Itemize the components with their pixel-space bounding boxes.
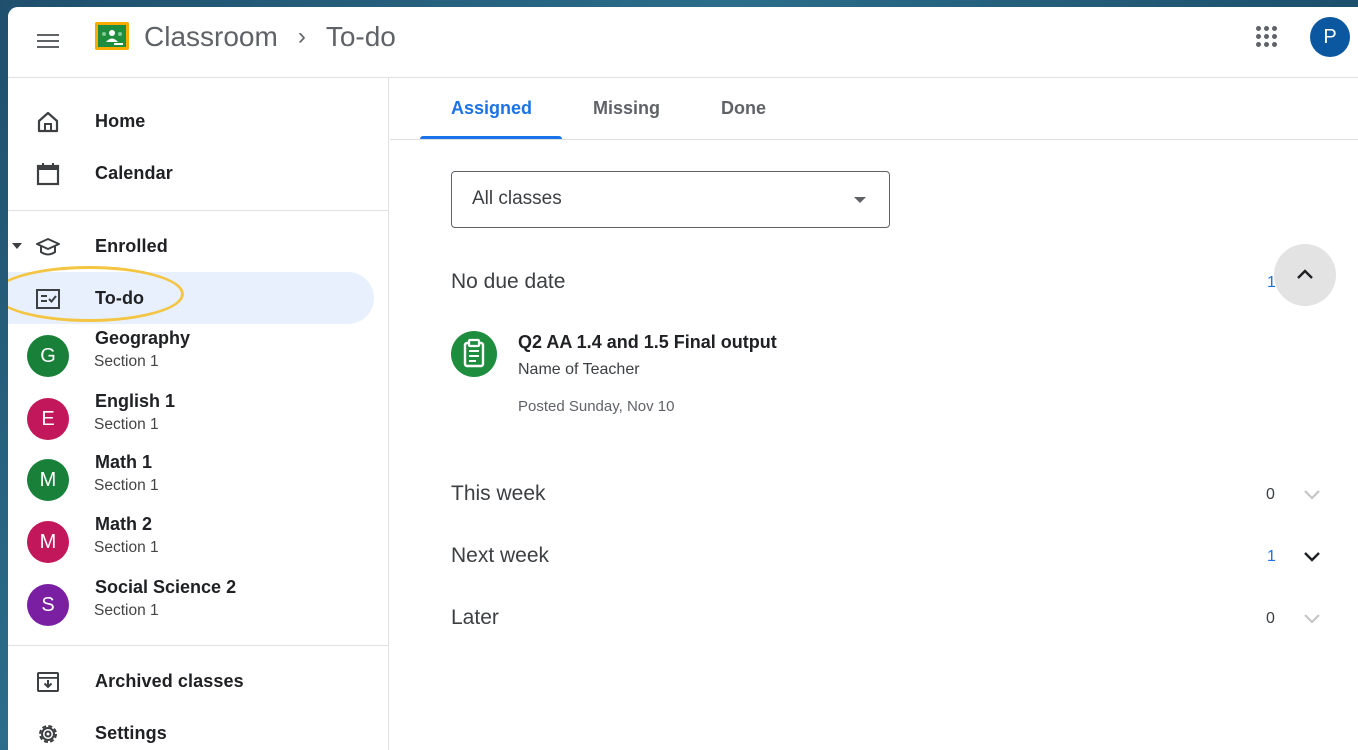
class-name: Social Science 2 — [95, 577, 237, 597]
assignment-icon — [451, 331, 497, 377]
class-name: Math 2 — [95, 514, 153, 534]
section-this-week-label[interactable]: This week — [451, 482, 546, 506]
assignment-title[interactable]: Q2 AA 1.4 and 1.5 Final output — [518, 332, 777, 353]
tab-missing[interactable]: Missing — [593, 98, 660, 119]
section-this-week-count: 0 — [1266, 486, 1275, 503]
class-name: English 1 — [95, 391, 176, 411]
sidebar-item-label: Settings — [95, 722, 167, 743]
archive-icon — [37, 672, 59, 692]
main-content: Assigned Missing Done All classes No due… — [390, 78, 1358, 750]
chevron-down-icon[interactable] — [1301, 545, 1323, 567]
top-bar: Classroom › To-do P — [8, 7, 1358, 78]
sidebar-item-label: Archived classes — [95, 670, 244, 691]
sidebar-item-todo[interactable]: To-do — [8, 272, 374, 324]
todo-tabs: Assigned Missing Done — [390, 78, 1358, 140]
class-section: Section 1 — [94, 416, 159, 433]
settings-gear-icon — [39, 725, 57, 743]
class-avatar: E — [27, 398, 69, 440]
sidebar-item-settings[interactable]: Settings — [8, 707, 374, 750]
google-apps-icon[interactable] — [1254, 24, 1280, 50]
chevron-up-icon — [1297, 269, 1313, 279]
class-item-english-1[interactable]: E English 1 Section 1 — [8, 389, 374, 447]
section-next-week-label[interactable]: Next week — [451, 544, 549, 568]
sidebar-item-archived-classes[interactable]: Archived classes — [8, 655, 374, 707]
class-section: Section 1 — [94, 477, 159, 494]
dropdown-arrow-icon — [854, 197, 866, 203]
expand-arrow-icon[interactable] — [11, 242, 23, 250]
tab-done[interactable]: Done — [721, 98, 766, 119]
home-icon — [37, 111, 59, 133]
class-item-geography[interactable]: G Geography Section 1 — [8, 326, 374, 384]
chevron-down-icon[interactable] — [1301, 483, 1323, 505]
breadcrumb: Classroom › To-do — [144, 19, 396, 55]
class-avatar: G — [27, 335, 69, 377]
sidebar-item-label: To-do — [95, 287, 145, 308]
calendar-icon — [36, 163, 60, 186]
assignment-teacher: Name of Teacher — [518, 361, 640, 378]
class-section: Section 1 — [94, 353, 159, 370]
sidebar-item-enrolled[interactable]: Enrolled — [8, 220, 374, 272]
breadcrumb-app-name[interactable]: Classroom — [144, 21, 278, 53]
todo-checklist-icon — [36, 289, 60, 309]
sidebar-item-home[interactable]: Home — [8, 95, 374, 147]
class-name: Math 1 — [95, 452, 153, 472]
assignment-posted-date: Posted Sunday, Nov 10 — [518, 398, 675, 415]
account-avatar[interactable]: P — [1310, 17, 1350, 57]
sidebar-item-label: Enrolled — [95, 235, 168, 256]
sidebar-item-calendar[interactable]: Calendar — [8, 147, 374, 199]
sidebar: Home Calendar Enrolled To-do G Geography… — [8, 78, 389, 750]
sidebar-divider — [8, 210, 389, 211]
class-name: Geography — [95, 328, 191, 348]
section-no-due-date-label[interactable]: No due date — [451, 270, 565, 294]
tab-assigned[interactable]: Assigned — [451, 98, 532, 119]
collapse-no-due-date-button[interactable] — [1274, 244, 1336, 306]
class-filter-value: All classes — [472, 188, 562, 209]
class-item-social-science-2[interactable]: S Social Science 2 Section 1 — [8, 575, 374, 633]
class-avatar: M — [27, 521, 69, 563]
breadcrumb-current-page: To-do — [325, 21, 396, 52]
main-menu-icon[interactable] — [32, 25, 64, 57]
sidebar-item-label: Calendar — [95, 162, 173, 183]
class-section: Section 1 — [94, 539, 159, 556]
classroom-window: Classroom › To-do P Home Calendar Enroll… — [8, 7, 1358, 750]
class-item-math-2[interactable]: M Math 2 Section 1 — [8, 512, 374, 570]
breadcrumb-separator: › — [297, 23, 306, 50]
section-next-week-count: 1 — [1267, 548, 1276, 565]
sidebar-item-label: Home — [95, 110, 146, 131]
active-tab-indicator — [420, 136, 562, 139]
classroom-logo-icon[interactable] — [95, 22, 129, 50]
sidebar-divider — [8, 645, 389, 646]
class-item-math-1[interactable]: M Math 1 Section 1 — [8, 450, 374, 508]
section-later-count: 0 — [1266, 610, 1275, 627]
class-avatar: S — [27, 584, 69, 626]
section-later-label[interactable]: Later — [451, 606, 499, 630]
class-section: Section 1 — [94, 602, 159, 619]
class-filter-dropdown[interactable]: All classes — [451, 171, 890, 228]
graduation-cap-icon — [36, 238, 60, 256]
class-avatar: M — [27, 459, 69, 501]
chevron-down-icon[interactable] — [1301, 607, 1323, 629]
